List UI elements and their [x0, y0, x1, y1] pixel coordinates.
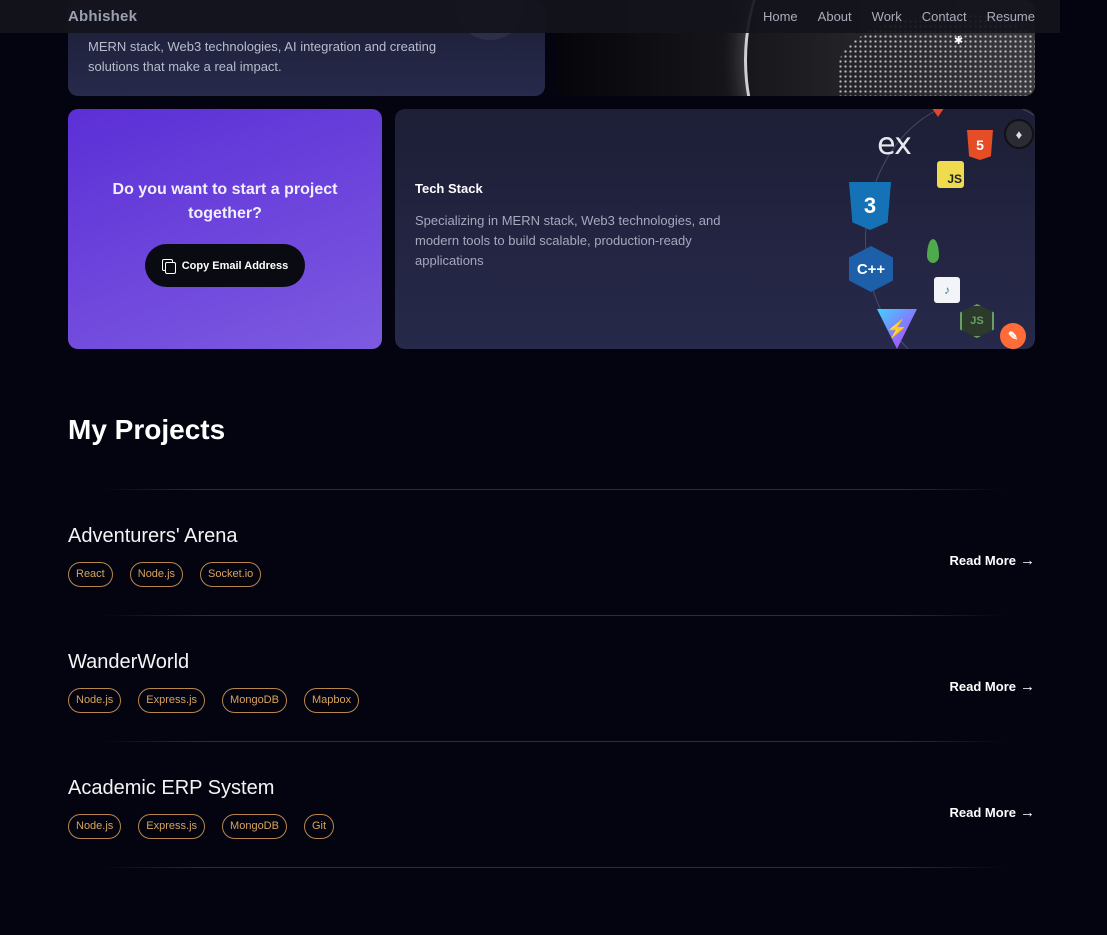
arrow-right-icon: → — [1020, 552, 1035, 569]
read-more-link[interactable]: Read More → — [950, 678, 1035, 695]
copy-icon — [161, 258, 176, 274]
project-tags: Node.js Express.js MongoDB Git — [68, 814, 335, 839]
javascript-icon: JS — [937, 161, 964, 188]
project-item: Adventurers' Arena React Node.js Socket.… — [68, 525, 1035, 605]
github-icon: ♦ — [1004, 119, 1034, 149]
read-more-label: Read More — [949, 553, 1016, 568]
project-tags: Node.js Express.js MongoDB Mapbox — [68, 688, 360, 713]
divider — [100, 615, 1006, 616]
tech-stack-title: Tech Stack — [415, 181, 483, 196]
arrow-right-icon: → — [1020, 678, 1035, 695]
cta-card: Do you want to start a project together?… — [68, 109, 382, 349]
microsoft-icon — [920, 198, 946, 224]
navbar: Abhishek Home About Work Contact Resume — [0, 0, 1060, 33]
express-icon: ex — [877, 126, 912, 162]
cta-heading: Do you want to start a project together? — [112, 181, 338, 222]
tech-stack-card: Tech Stack Specializing in MERN stack, W… — [395, 109, 1035, 349]
html5-icon: 5 — [967, 130, 993, 160]
tech-tag: Node.js — [129, 562, 184, 587]
tech-tag: React — [68, 562, 113, 587]
project-title: Adventurers' Arena — [68, 525, 238, 547]
project-title: WanderWorld — [68, 651, 190, 673]
intro-text: MERN stack, Web3 technologies, AI integr… — [88, 39, 437, 74]
css3-icon: 3 — [849, 182, 891, 230]
nav-link-work[interactable]: Work — [872, 9, 902, 24]
nav-link-about[interactable]: About — [818, 9, 852, 24]
tech-tag: MongoDB — [222, 814, 287, 839]
projects-section-title: My Projects — [68, 414, 226, 445]
project-item: WanderWorld Node.js Express.js MongoDB M… — [68, 651, 1035, 731]
tech-tag: Mapbox — [303, 688, 360, 713]
tech-tag: Express.js — [138, 688, 206, 713]
read-more-link[interactable]: Read More → — [950, 552, 1035, 569]
arrow-right-icon: → — [1020, 804, 1035, 821]
tech-tag: Express.js — [138, 814, 206, 839]
tech-tag: Node.js — [68, 688, 122, 713]
tech-stack-description: Specializing in MERN stack, Web3 technol… — [415, 213, 721, 268]
nav-link-resume[interactable]: Resume — [987, 9, 1035, 24]
brand-logo[interactable]: Abhishek — [68, 8, 137, 25]
copy-email-button[interactable]: Copy Email Address — [145, 244, 305, 287]
tech-tag: Node.js — [68, 814, 122, 839]
nav-link-contact[interactable]: Contact — [922, 9, 967, 24]
read-more-label: Read More — [949, 805, 1016, 820]
mysql-icon: ♪ — [934, 277, 960, 303]
tech-tag: Socket.io — [200, 562, 262, 587]
copy-email-label: Copy Email Address — [181, 259, 289, 272]
globe-marker-icon: ✱ — [954, 35, 964, 47]
nav-links: Home About Work Contact Resume — [763, 9, 1035, 24]
divider — [100, 867, 1006, 868]
read-more-link[interactable]: Read More → — [950, 804, 1035, 821]
divider — [100, 741, 1006, 742]
project-title: Academic ERP System — [68, 777, 275, 799]
tech-tag: MongoDB — [222, 688, 287, 713]
nav-link-home[interactable]: Home — [763, 9, 798, 24]
read-more-label: Read More — [949, 679, 1016, 694]
divider — [100, 489, 1006, 490]
project-item: Academic ERP System Node.js Express.js M… — [68, 777, 1035, 857]
tech-tag: Git — [303, 814, 335, 839]
project-tags: React Node.js Socket.io — [68, 562, 262, 587]
postman-icon: ✎ — [1000, 323, 1026, 349]
